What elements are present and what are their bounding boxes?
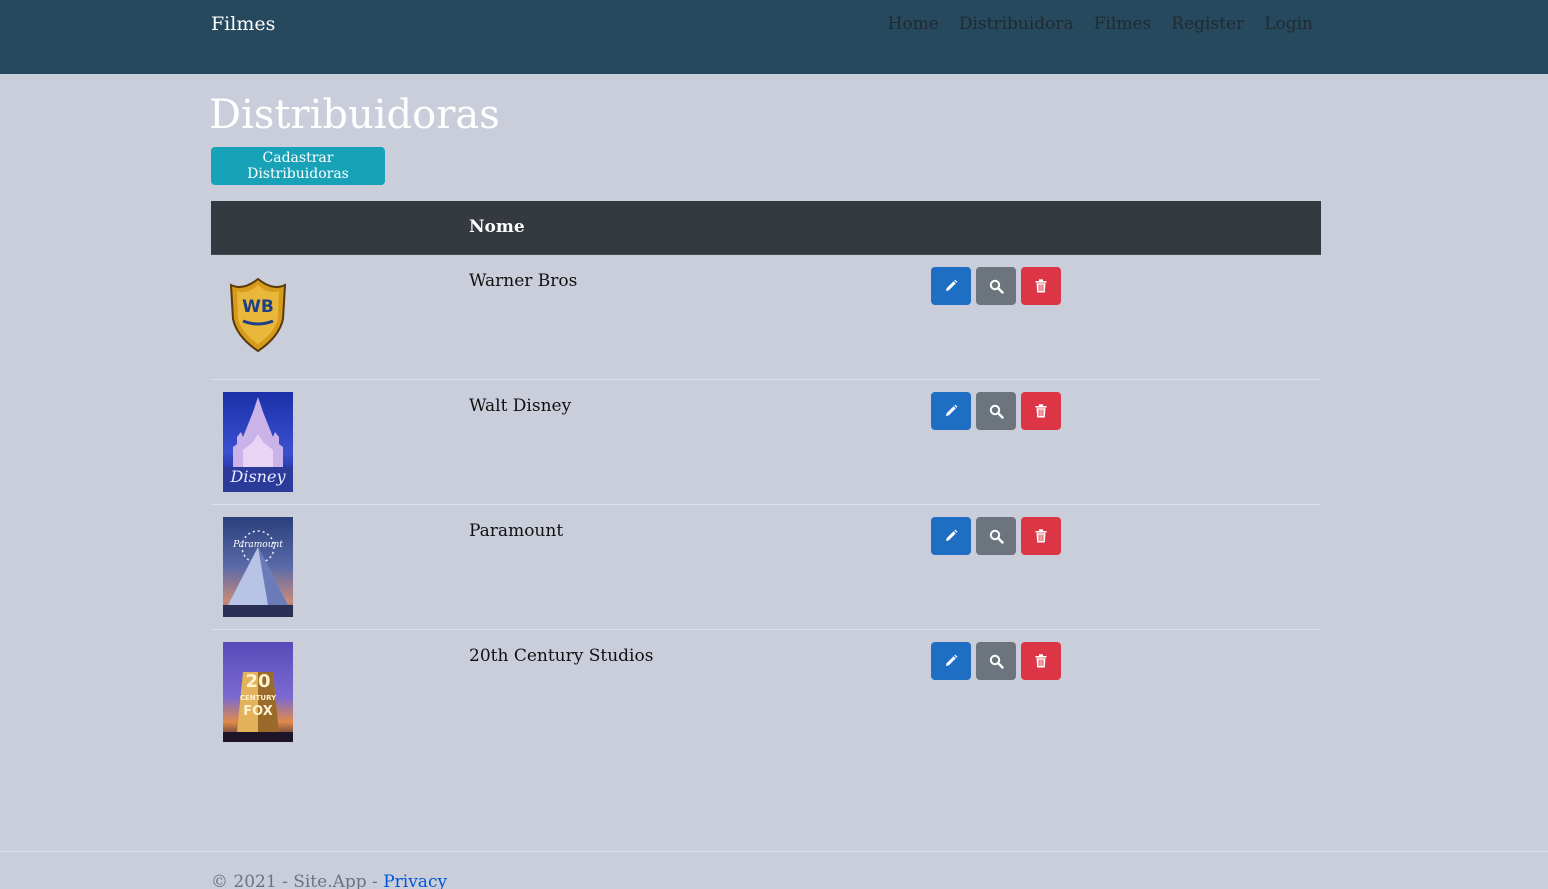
nav-link-login[interactable]: Login xyxy=(1264,14,1313,34)
svg-text:WB: WB xyxy=(242,297,274,317)
distribuidoras-table: Nome WB Warner Bros Disney Walt Disney P… xyxy=(211,201,1321,755)
warner-bros-logo-image: WB xyxy=(223,267,293,367)
nav-link-distribuidora[interactable]: Distribuidora xyxy=(959,14,1074,34)
details-button[interactable] xyxy=(976,642,1016,680)
20th-century-fox-logo-image: 20 CENTURY FOX xyxy=(223,642,293,742)
disney-castle-logo-image: Disney xyxy=(223,392,293,492)
magnifier-icon xyxy=(989,404,1004,419)
table-row: 20 CENTURY FOX 20th Century Studios xyxy=(211,630,1321,755)
svg-text:20: 20 xyxy=(245,671,270,692)
pencil-icon xyxy=(946,404,958,416)
magnifier-icon xyxy=(989,279,1004,294)
footer: © 2021 - Site.App - Privacy xyxy=(0,851,1548,889)
row-actions xyxy=(931,642,1061,680)
svg-text:CENTURY: CENTURY xyxy=(240,694,277,702)
table-row: Paramount Paramount xyxy=(211,505,1321,630)
edit-button[interactable] xyxy=(931,392,971,430)
delete-button[interactable] xyxy=(1021,392,1061,430)
svg-text:Disney: Disney xyxy=(230,467,287,486)
pencil-icon xyxy=(946,529,958,541)
distribuidora-name: Walt Disney xyxy=(469,396,572,416)
delete-button[interactable] xyxy=(1021,267,1061,305)
nav-links: Home Distribuidora Filmes Register Login xyxy=(888,14,1313,34)
distribuidora-name: Paramount xyxy=(469,521,564,541)
trash-icon xyxy=(1035,404,1047,418)
magnifier-icon xyxy=(989,529,1004,544)
table-header: Nome xyxy=(211,201,1321,255)
details-button[interactable] xyxy=(976,517,1016,555)
magnifier-icon xyxy=(989,654,1004,669)
delete-button[interactable] xyxy=(1021,642,1061,680)
trash-icon xyxy=(1035,654,1047,668)
row-actions xyxy=(931,392,1061,430)
edit-button[interactable] xyxy=(931,267,971,305)
distribuidora-name: Warner Bros xyxy=(469,271,578,291)
nav-link-home[interactable]: Home xyxy=(888,14,939,34)
nav-link-register[interactable]: Register xyxy=(1171,14,1244,34)
row-actions xyxy=(931,517,1061,555)
trash-icon xyxy=(1035,279,1047,293)
edit-button[interactable] xyxy=(931,642,971,680)
footer-text: © 2021 - Site.App - Privacy xyxy=(211,872,447,889)
privacy-link[interactable]: Privacy xyxy=(383,872,447,889)
row-actions xyxy=(931,267,1061,305)
navbar: Filmes Home Distribuidora Filmes Registe… xyxy=(0,0,1548,74)
details-button[interactable] xyxy=(976,267,1016,305)
edit-button[interactable] xyxy=(931,517,971,555)
delete-button[interactable] xyxy=(1021,517,1061,555)
table-row: Disney Walt Disney xyxy=(211,380,1321,505)
page-title: Distribuidoras xyxy=(209,92,500,138)
pencil-icon xyxy=(946,654,958,666)
distribuidora-name: 20th Century Studios xyxy=(469,646,654,666)
paramount-mountain-logo-image: Paramount xyxy=(223,517,293,617)
svg-text:FOX: FOX xyxy=(243,704,273,719)
column-header-nome: Nome xyxy=(469,217,525,237)
trash-icon xyxy=(1035,529,1047,543)
navbar-brand[interactable]: Filmes xyxy=(211,13,275,35)
create-distribuidora-button[interactable]: Cadastrar Distribuidoras xyxy=(211,147,385,185)
footer-copyright: © 2021 - Site.App - xyxy=(211,872,384,889)
table-row: WB Warner Bros xyxy=(211,255,1321,380)
nav-link-filmes[interactable]: Filmes xyxy=(1094,14,1152,34)
details-button[interactable] xyxy=(976,392,1016,430)
pencil-icon xyxy=(946,279,958,291)
